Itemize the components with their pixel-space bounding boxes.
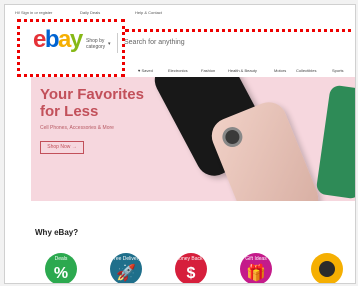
money-back-caption: Money Back Guarantee [175, 256, 207, 262]
camera-lens [219, 124, 246, 151]
highlight-dotted-line [125, 29, 355, 32]
free-delivery-caption: Free Delivery [111, 256, 141, 262]
search-input[interactable]: Search for anything [117, 33, 355, 53]
hero-headline-line2: for Less [40, 103, 99, 120]
free-delivery-tile[interactable]: Free Delivery 🚀 [110, 253, 142, 283]
gift-ideas-tile[interactable]: Gift Ideas 🎁 [240, 253, 272, 283]
deals-tile[interactable]: Deals % [45, 253, 77, 283]
category-nav: ♥ Saved Electronics Fashion Health & Bea… [5, 63, 355, 75]
help-contact-link[interactable]: Help & Contact [135, 10, 162, 15]
hero-subline: Cell Phones, Accessories & More [40, 125, 114, 131]
nav-item-collectibles[interactable]: Collectibles [296, 68, 316, 73]
nav-item-health-beauty[interactable]: Health & Beauty [228, 68, 257, 73]
search-placeholder: Search for anything [124, 39, 185, 46]
why-ebay-title: Why eBay? [35, 228, 79, 237]
hero-headline: Your Favorites for Less [40, 86, 144, 120]
partial-tile[interactable] [311, 253, 343, 283]
nav-item-fashion[interactable]: Fashion [201, 68, 215, 73]
nav-item-electronics[interactable]: Electronics [168, 68, 188, 73]
hero-banner[interactable]: Your Favorites for Less Cell Phones, Acc… [31, 77, 355, 201]
sign-in-link[interactable]: Hi! Sign in or register [15, 10, 52, 15]
deals-caption: Deals [54, 256, 68, 262]
shop-now-button[interactable]: Shop Now → [40, 141, 84, 154]
daily-deals-link[interactable]: Daily Deals [80, 10, 100, 15]
percent-icon: % [53, 265, 69, 282]
partial-tile-icon [319, 261, 335, 277]
ebay-homepage: Hi! Sign in or register Daily Deals Help… [4, 4, 356, 284]
rocket-icon: 🚀 [116, 265, 136, 282]
green-phone-image [315, 84, 355, 200]
gift-ideas-caption: Gift Ideas [245, 256, 267, 262]
hero-headline-line1: Your Favorites [40, 86, 144, 103]
nav-item-saved[interactable]: ♥ Saved [138, 68, 153, 73]
money-back-tile[interactable]: Money Back Guarantee $ [175, 253, 207, 283]
nav-item-motors[interactable]: Motors [274, 68, 286, 73]
dollar-icon: $ [186, 265, 196, 282]
nav-item-sports[interactable]: Sports [332, 68, 344, 73]
top-utility-bar: Hi! Sign in or register Daily Deals Help… [5, 5, 355, 19]
gift-icon: 🎁 [246, 265, 266, 282]
